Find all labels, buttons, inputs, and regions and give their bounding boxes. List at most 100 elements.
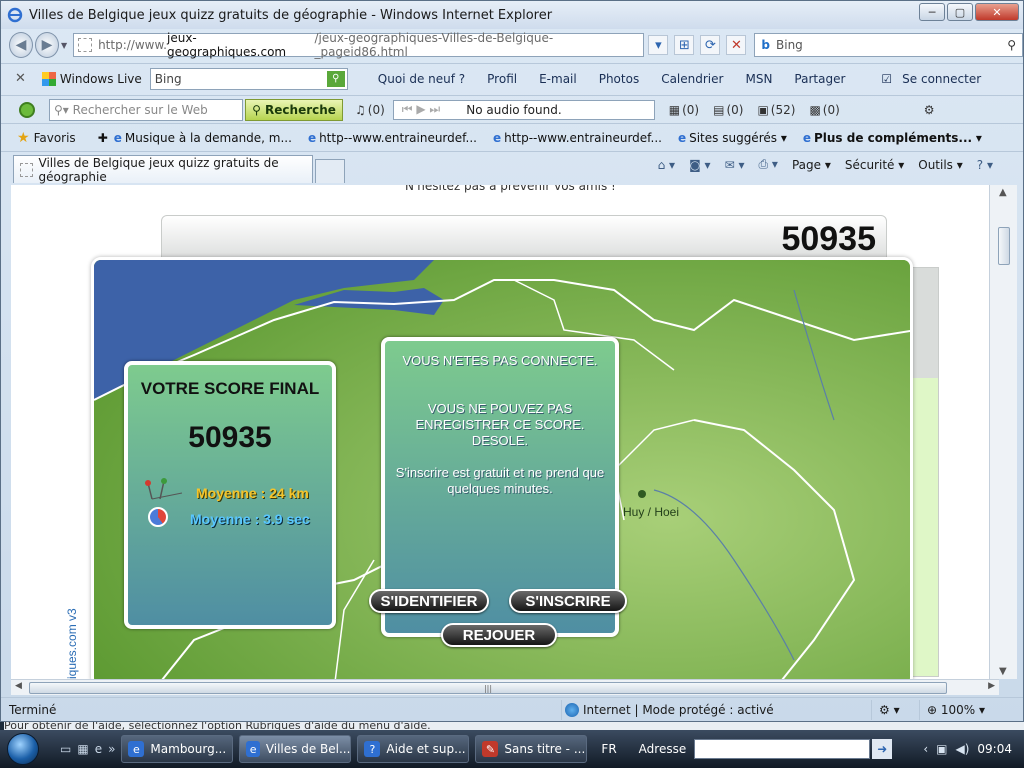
help-hint-text: Pour obtenir de l'aide, sélectionnez l'o…	[4, 722, 1024, 730]
player-status: No audio found.	[466, 102, 562, 117]
language-indicator[interactable]: FR	[601, 742, 616, 756]
sign-in-link[interactable]: Se connecter	[902, 72, 981, 86]
windows-live-toolbar: ✕ Windows Live Bing ⚲ Quoi de neuf ? Pro…	[1, 63, 1023, 93]
ie-page-icon: e	[677, 130, 687, 145]
network-icon[interactable]: ▣	[936, 742, 947, 756]
stop-icon[interactable]: ✕	[726, 35, 747, 55]
login-button[interactable]: S'IDENTIFIER	[369, 589, 489, 613]
new-tab-button[interactable]	[315, 159, 345, 183]
scroll-left-icon[interactable]: ◀	[15, 681, 22, 691]
register-button[interactable]: S'INSCRIRE	[509, 589, 627, 613]
ie-task-icon: e	[128, 741, 145, 757]
taskbar-item-active[interactable]: e Villes de Bel...	[239, 735, 352, 763]
wl-link-whats-new[interactable]: Quoi de neuf ?	[378, 72, 465, 86]
replay-button[interactable]: REJOUER	[441, 623, 557, 647]
mail-icon[interactable]: ✉ ▾	[725, 158, 745, 172]
url-dropdown-icon[interactable]: ▾	[648, 35, 669, 55]
tray-expand-icon[interactable]: ‹	[923, 742, 928, 756]
settings-icon[interactable]: ⚙ ▾	[879, 703, 900, 717]
music-note-icon[interactable]: ♫	[355, 103, 366, 117]
address-label: Adresse	[638, 742, 687, 756]
compatibility-icon[interactable]: ⊞	[674, 35, 695, 55]
forward-button[interactable]: ▶	[35, 32, 60, 58]
web-search-button[interactable]: ⚲ Recherche	[245, 98, 343, 121]
favorite-item[interactable]: e Musique à la demande, m...	[114, 131, 292, 145]
taskbar-item[interactable]: ✎ Sans titre - ...	[475, 735, 588, 763]
home-icon[interactable]: ⌂ ▾	[658, 158, 675, 172]
more-addons[interactable]: e Plus de compléments... ▾	[803, 131, 982, 145]
print-icon[interactable]: ⎙ ▾	[758, 157, 777, 172]
suggested-sites[interactable]: e Sites suggérés ▾	[678, 131, 787, 145]
more-icon[interactable]: »	[108, 742, 115, 756]
bing-search-field[interactable]: b Bing ⚲	[754, 33, 1023, 57]
switch-windows-icon[interactable]: ▦	[77, 742, 88, 756]
wl-link-share[interactable]: Partager	[794, 72, 845, 86]
clock[interactable]: 09:04	[977, 742, 1012, 756]
help-task-icon: ?	[364, 741, 381, 757]
tab-villes-de-belgique[interactable]: Villes de Belgique jeux quizz gratuits d…	[13, 155, 313, 184]
ie-quick-icon[interactable]: e	[95, 742, 102, 756]
help-icon[interactable]: ? ▾	[977, 158, 993, 172]
favorites-star-icon[interactable]: ★	[17, 130, 30, 146]
player-controls-icon[interactable]: ⏮ ▶ ⏭	[402, 102, 440, 117]
show-desktop-icon[interactable]: ▭	[60, 742, 71, 756]
close-button[interactable]: ✕	[975, 3, 1019, 21]
security-zone[interactable]: Internet | Mode protégé : activé	[565, 702, 774, 717]
video-icon[interactable]: ▣	[757, 103, 768, 117]
favorites-button[interactable]: Favoris	[34, 131, 76, 145]
go-arrow-icon[interactable]: ➜	[872, 739, 893, 759]
scroll-up-icon[interactable]: ▲	[999, 187, 1007, 198]
checkbox-icon[interactable]: ☑	[881, 72, 892, 86]
bing-search-placeholder: Bing	[776, 38, 803, 52]
url-path: /jeux-geographiques-Villes-de-Belgique-_…	[314, 31, 554, 59]
web-search-field[interactable]: ⚲▾ Rechercher sur le Web	[49, 98, 243, 121]
favorite-item[interactable]: e http--www.entraineurdef...	[308, 131, 477, 145]
maximize-button[interactable]: ▢	[947, 3, 973, 21]
windows-live-brand[interactable]: Windows Live	[60, 72, 142, 86]
vertical-scrollbar[interactable]: ▲ ▼	[989, 185, 1017, 679]
document-icon[interactable]: ▤	[713, 103, 724, 117]
toolbar-close-icon[interactable]: ✕	[15, 71, 26, 86]
vertical-scroll-thumb[interactable]	[998, 227, 1010, 265]
title-bar: Villes de Belgique jeux quizz gratuits d…	[1, 1, 1023, 29]
security-zone-label: Internet | Mode protégé : activé	[583, 702, 774, 717]
wl-link-msn[interactable]: MSN	[745, 72, 772, 86]
wl-link-email[interactable]: E-mail	[539, 72, 577, 86]
wl-search-field[interactable]: Bing ⚲	[149, 67, 348, 90]
distance-average: Moyenne : 24 km	[196, 485, 309, 501]
volume-icon[interactable]: ◀)	[955, 742, 969, 756]
wl-link-profile[interactable]: Profil	[487, 72, 517, 86]
start-button[interactable]	[0, 730, 46, 768]
clapper-icon[interactable]: ▩	[809, 103, 820, 117]
taskbar-item[interactable]: e Mambourg...	[121, 735, 234, 763]
scroll-right-icon[interactable]: ▶	[988, 681, 995, 691]
signup-info-message: S'inscrire est gratuit et ne prend que q…	[395, 465, 605, 496]
horizontal-scrollbar[interactable]: ◀ ||| ▶	[11, 679, 999, 695]
status-divider	[561, 700, 562, 720]
page-menu[interactable]: Page ▾	[792, 158, 831, 172]
grid-icon[interactable]: ▦	[669, 103, 680, 117]
feeds-icon[interactable]: ◙ ▾	[689, 158, 710, 172]
toolbar-logo-icon[interactable]	[19, 101, 35, 118]
history-dropdown-icon[interactable]: ▼	[61, 41, 67, 50]
settings-icon[interactable]: ⚙	[924, 103, 935, 117]
back-button[interactable]: ◀	[9, 32, 34, 58]
wl-link-photos[interactable]: Photos	[599, 72, 639, 86]
security-menu[interactable]: Sécurité ▾	[845, 158, 904, 172]
wl-search-go-icon[interactable]: ⚲	[326, 70, 345, 87]
browser-window: Villes de Belgique jeux quizz gratuits d…	[0, 0, 1024, 722]
url-field[interactable]: http://www. jeux-geographiques.com/jeux-g…	[73, 31, 645, 59]
search-icon[interactable]: ⚲	[1007, 38, 1016, 52]
wl-link-calendar[interactable]: Calendrier	[661, 72, 723, 86]
favorite-item[interactable]: e http--www.entraineurdef...	[493, 131, 662, 145]
horizontal-scroll-thumb[interactable]: |||	[29, 682, 947, 694]
audio-player[interactable]: ⏮ ▶ ⏭ No audio found.	[392, 99, 655, 120]
taskbar-address-field[interactable]	[694, 739, 871, 759]
scroll-down-icon[interactable]: ▼	[999, 666, 1007, 677]
tools-menu[interactable]: Outils ▾	[918, 158, 963, 172]
minimize-button[interactable]: ─	[919, 3, 945, 21]
taskbar-item[interactable]: ? Aide et sup...	[357, 735, 470, 763]
add-favorite-icon[interactable]: ✚	[98, 131, 108, 145]
zoom-level[interactable]: ⊕ 100% ▾	[927, 703, 985, 717]
refresh-icon[interactable]: ⟳	[700, 35, 721, 55]
